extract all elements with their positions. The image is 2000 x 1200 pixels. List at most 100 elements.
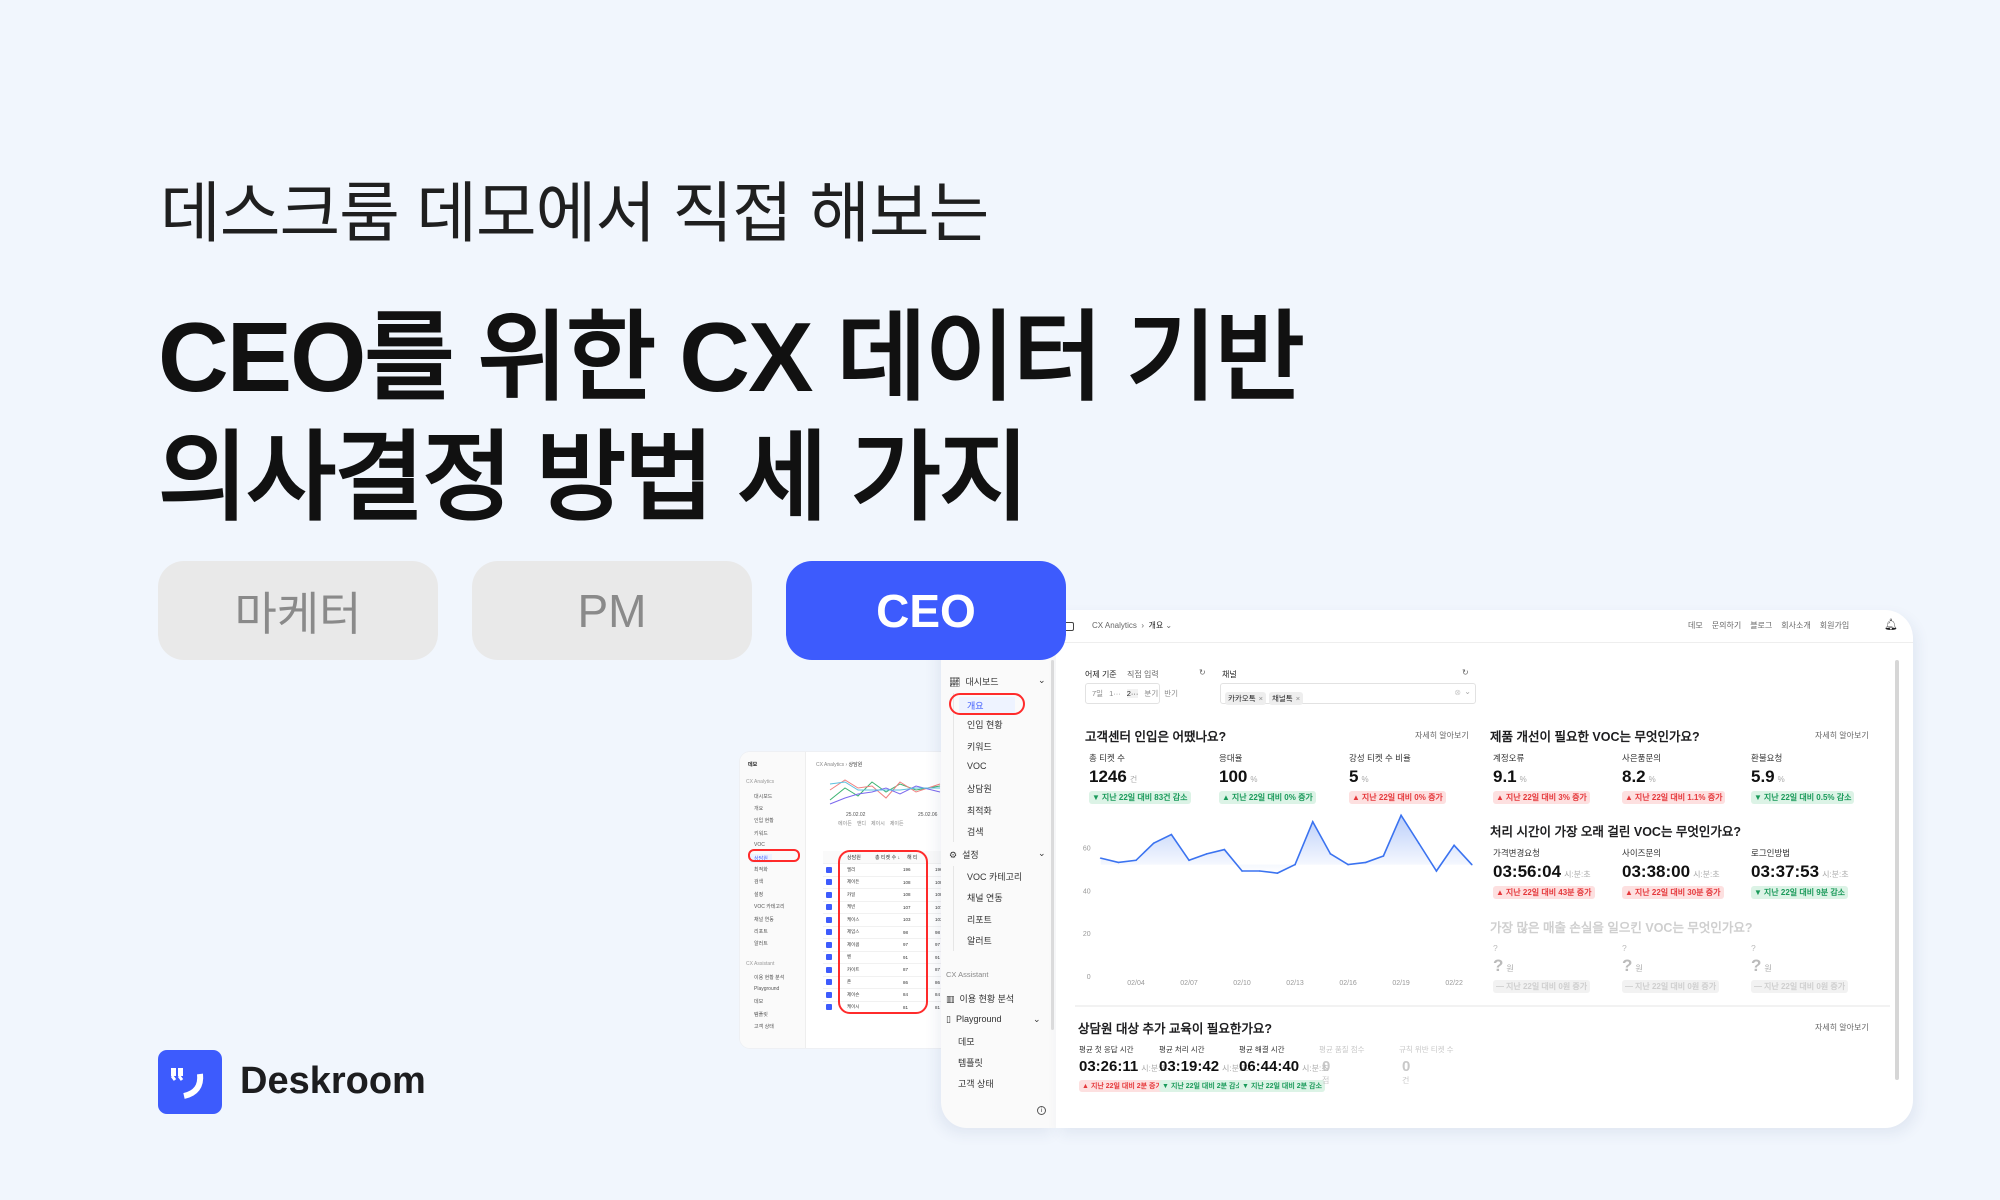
sidebar-item[interactable]: 키워드 [967, 740, 992, 753]
row-checkbox[interactable] [826, 891, 832, 898]
date-option[interactable]: 분기 [1144, 688, 1158, 699]
topbar-divider [1061, 642, 1913, 643]
learn-more-link[interactable]: 자세히 알아보기 [1815, 730, 1869, 741]
sidebar-item[interactable]: 인입 현황 [967, 718, 1003, 731]
chart-point [1382, 855, 1385, 857]
channel-chip[interactable]: 채널톡 × [1269, 692, 1304, 705]
date-custom-link[interactable]: 직접 입력 [1127, 669, 1159, 680]
sidebar-item[interactable]: 검색 [967, 825, 984, 838]
row-checkbox[interactable] [826, 879, 832, 886]
date-option[interactable]: 반기 [1164, 688, 1178, 699]
chevron-down-icon[interactable]: ⌄ [1038, 848, 1046, 859]
channel-chip[interactable]: 카카오톡 × [1225, 692, 1266, 705]
top-nav-link[interactable]: 회사소개 [1781, 620, 1810, 631]
refresh-icon[interactable]: ↻ [1462, 668, 1469, 677]
sidebar-item[interactable]: 알러트 [967, 934, 992, 947]
refresh-icon[interactable]: ↻ [1199, 668, 1206, 677]
preview-sidebar-item[interactable]: 고객 상태 [754, 1023, 774, 1030]
preview-sidebar-item[interactable]: CX Assistant [746, 961, 774, 967]
role-tab-ceo[interactable]: CEO [786, 561, 1066, 660]
sidebar-item[interactable]: VOC [967, 761, 987, 771]
date-option[interactable]: 1··· [1109, 689, 1121, 698]
learn-more-link[interactable]: 자세히 알아보기 [1815, 1022, 1869, 1033]
sidebar-group-dashboard[interactable]: 📈︎ 대시보드 [949, 675, 999, 688]
sidebar-item[interactable]: 상담원 [967, 782, 992, 795]
preview-sidebar-item[interactable]: 이용 현황 분석 [754, 974, 784, 981]
row-checkbox[interactable] [826, 1004, 832, 1011]
sidebar-group-playground[interactable]: ▯ Playground [946, 1014, 1002, 1025]
highlight-ring [949, 693, 1025, 715]
breadcrumb: CX Analytics › 개요 ⌄ [1092, 621, 1173, 630]
breadcrumb-current[interactable]: 개요 [1148, 621, 1163, 630]
row-checkbox[interactable] [826, 929, 832, 936]
preview-sidebar-item[interactable]: 인입 현황 [754, 817, 774, 824]
info-icon[interactable]: i [1037, 1106, 1046, 1115]
triangle-down-icon: ▼ [1754, 793, 1762, 802]
sidebar-item[interactable]: 최적화 [967, 804, 992, 817]
sidebar-item[interactable]: 채널 연동 [967, 891, 1003, 904]
top-nav-link[interactable]: 블로그 [1750, 620, 1772, 631]
chevron-down-icon[interactable]: ⌄ [1464, 687, 1471, 696]
row-checkbox[interactable] [826, 979, 832, 986]
change-badge: — 지난 22일 대비 0원 증가 [1622, 980, 1720, 993]
preview-sidebar-item[interactable]: 개요 [754, 805, 763, 812]
preview-sidebar-item[interactable]: 대시보드 [754, 793, 772, 800]
row-checkbox[interactable] [826, 916, 832, 923]
section-title-inflow: 고객센터 인입은 어땠나요? [1085, 730, 1227, 744]
row-checkbox[interactable] [826, 954, 832, 961]
date-option[interactable]: 2··· [1126, 689, 1139, 698]
date-filter-label: 어제 기준 [1085, 670, 1117, 679]
workspace-name[interactable]: 데모 [748, 761, 757, 768]
preview-sidebar-item[interactable]: 알러트 [754, 940, 768, 947]
sidebar-item[interactable]: 템플릿 [958, 1056, 983, 1069]
sidebar-item[interactable]: VOC 카테고리 [967, 870, 1022, 883]
remove-icon[interactable]: × [1259, 694, 1263, 703]
top-nav-link[interactable]: 문의하기 [1712, 620, 1741, 631]
gear-icon: ⚙ [949, 850, 958, 861]
scrollbar[interactable] [1895, 660, 1899, 1080]
role-tab-pm[interactable]: PM [472, 561, 752, 660]
sidebar-scrollbar[interactable] [1051, 660, 1054, 1030]
sidebar-item-usage[interactable]: ▥ 이용 현황 분석 [946, 992, 1014, 1005]
preview-sidebar-item[interactable]: 설정 [754, 891, 763, 898]
preview-sidebar-item[interactable]: 검색 [754, 878, 763, 885]
top-nav-link[interactable]: 회원가입 [1820, 620, 1849, 631]
preview-sidebar-item[interactable]: VOC [754, 842, 765, 848]
sidebar-item[interactable]: 고객 상태 [958, 1077, 994, 1090]
chart-point [1188, 859, 1190, 862]
chevron-down-icon[interactable]: ⌄ [1033, 1014, 1041, 1025]
metric-unit: 원 [1764, 964, 1772, 973]
sidebar-item[interactable]: 리포트 [967, 913, 992, 926]
breadcrumb-item[interactable]: CX Analytics [1092, 621, 1137, 630]
row-checkbox[interactable] [826, 941, 832, 948]
remove-icon[interactable]: × [1296, 694, 1300, 703]
preview-sidebar-item[interactable]: 키워드 [754, 830, 768, 837]
chart-icon: 📈︎ [949, 677, 961, 687]
channel-multiselect[interactable]: 카카오톡 × 채널톡 × ⊗ ⌄ [1220, 683, 1476, 705]
row-checkbox[interactable] [826, 966, 832, 973]
preview-sidebar-item[interactable]: 채널 연동 [754, 916, 774, 923]
chart-point [1453, 844, 1455, 847]
x-tick-label: 02/13 [1286, 980, 1304, 987]
chevron-down-icon[interactable]: ⌄ [1038, 675, 1046, 686]
date-range-selector[interactable]: 7일 1··· 2··· 분기 반기 [1085, 683, 1178, 704]
x-tick-label: 02/19 [1392, 980, 1410, 987]
row-checkbox[interactable] [826, 991, 832, 998]
preview-sidebar-item[interactable]: 템플릿 [754, 1011, 768, 1018]
bell-icon[interactable]: 🔔︎ [1884, 618, 1898, 631]
row-checkbox[interactable] [826, 866, 832, 873]
role-tab-marketer[interactable]: 마케터 [158, 561, 438, 660]
sidebar-item[interactable]: 데모 [958, 1035, 975, 1048]
y-tick-label: 20 [1083, 931, 1091, 938]
preview-sidebar-item[interactable]: 데모 [754, 998, 763, 1005]
preview-sidebar-item[interactable]: 리포트 [754, 928, 768, 935]
sidebar-group-settings[interactable]: ⚙ 설정 [949, 848, 979, 861]
preview-sidebar-item[interactable]: 최적화 [754, 866, 768, 873]
date-option[interactable]: 7일 [1092, 688, 1103, 699]
learn-more-link[interactable]: 자세히 알아보기 [1415, 730, 1469, 741]
clear-icon[interactable]: ⊗ [1454, 688, 1461, 697]
row-checkbox[interactable] [826, 904, 832, 911]
preview-sidebar-item[interactable]: VOC 카테고리 [754, 903, 785, 910]
preview-sidebar-item[interactable]: Playground [754, 986, 779, 992]
top-nav-link[interactable]: 데모 [1688, 620, 1703, 631]
